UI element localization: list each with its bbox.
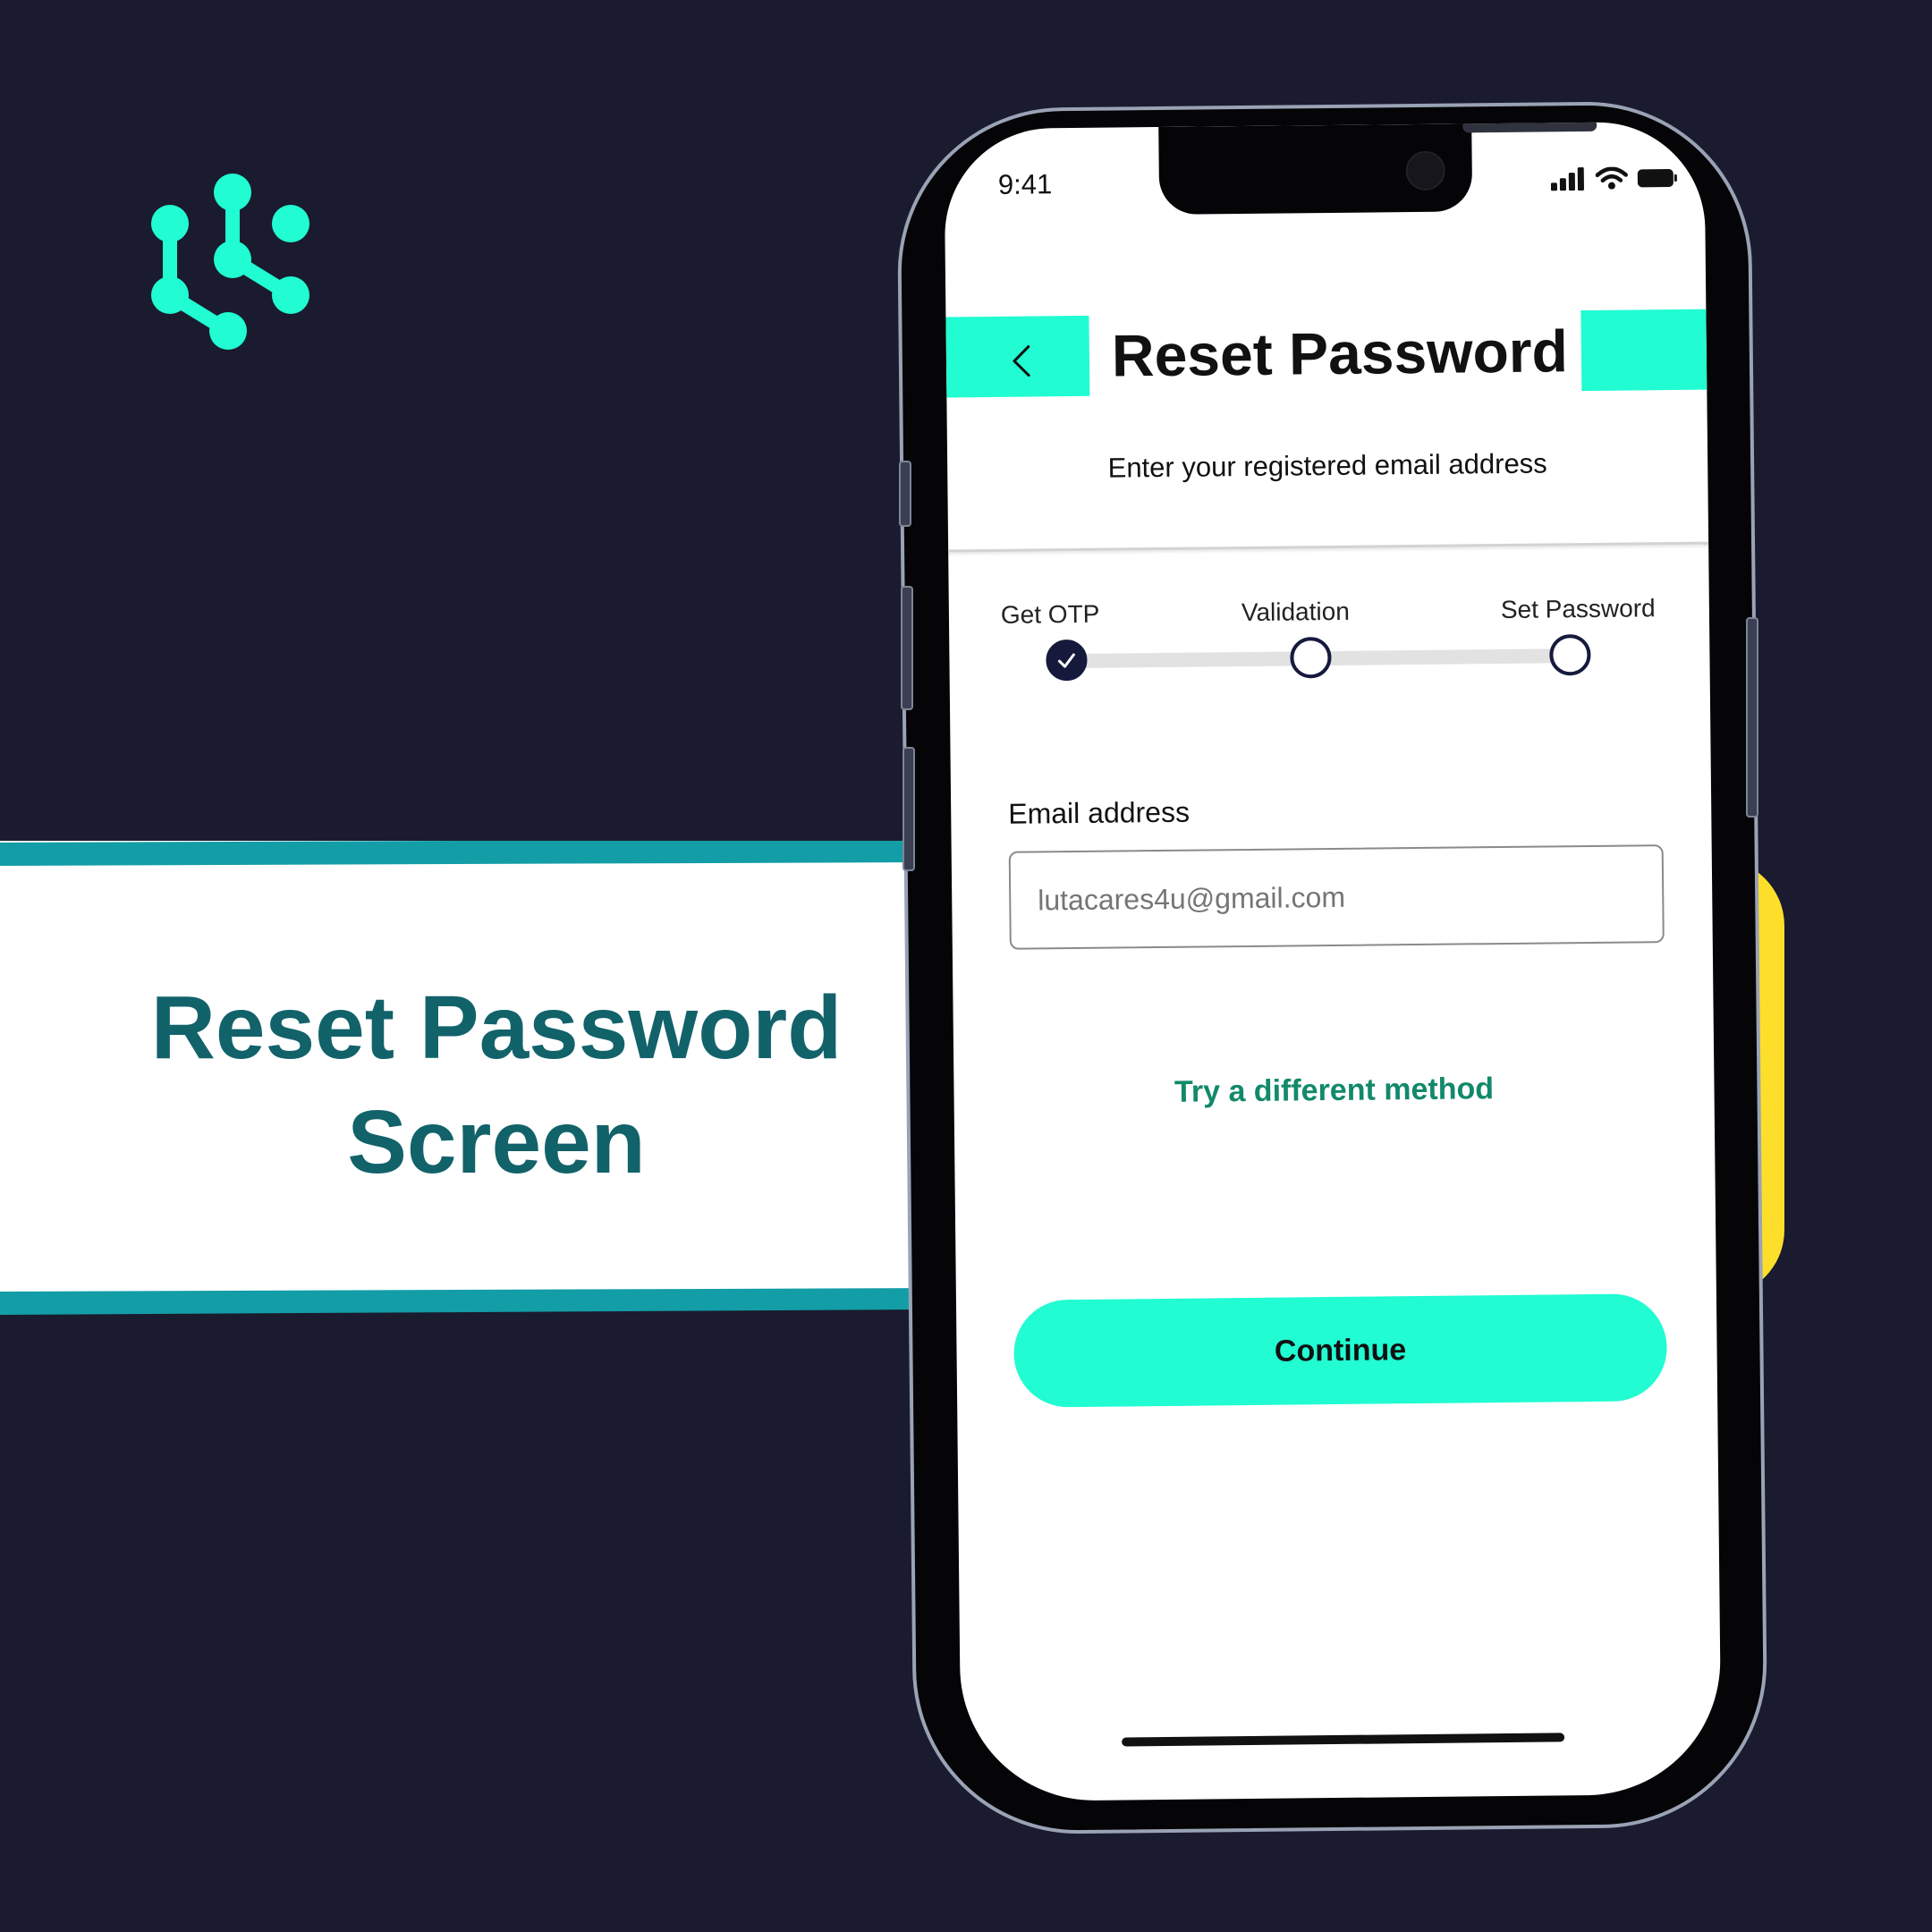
header-divider	[948, 541, 1709, 553]
chevron-left-icon[interactable]	[1009, 343, 1036, 378]
email-label: Email address	[1008, 795, 1191, 830]
banner-title: Reset Password Screen	[0, 970, 993, 1199]
screen-subtitle: Enter your registered email address	[1107, 447, 1547, 484]
earpiece-speaker	[1462, 121, 1597, 133]
status-time: 9:41	[997, 168, 1053, 200]
front-camera	[1405, 150, 1445, 191]
status-icons	[1550, 166, 1678, 191]
step-validation	[1290, 636, 1332, 679]
phone-screen: 9:41 Reset Password Enter your registere…	[944, 121, 1722, 1802]
wifi-icon	[1595, 166, 1628, 190]
phone-volume-down	[902, 747, 915, 871]
banner-title-line1: Reset Password	[150, 978, 843, 1078]
phone-silent-switch	[899, 461, 911, 527]
home-indicator	[1122, 1733, 1565, 1747]
banner-title-line2: Screen	[347, 1092, 646, 1192]
check-icon	[1057, 653, 1075, 668]
continue-button[interactable]: Continue	[1013, 1293, 1668, 1408]
battery-icon	[1637, 169, 1677, 188]
step-label-validation: Validation	[1241, 597, 1350, 627]
cellular-signal-icon	[1550, 167, 1584, 191]
step-set-password	[1549, 633, 1591, 676]
email-input[interactable]	[1008, 844, 1665, 950]
phone-volume-up	[901, 586, 913, 710]
network-logo-icon	[151, 174, 309, 350]
header-accent-right	[1580, 309, 1707, 392]
notch	[1158, 121, 1597, 215]
phone-power-button	[1746, 617, 1758, 818]
try-different-method-link[interactable]: Try a different method	[953, 1070, 1714, 1113]
step-get-otp	[1046, 639, 1088, 682]
step-label-get-otp: Get OTP	[1000, 599, 1100, 629]
screen-title: Reset Password	[1111, 318, 1569, 389]
step-label-set-password: Set Password	[1500, 594, 1656, 624]
